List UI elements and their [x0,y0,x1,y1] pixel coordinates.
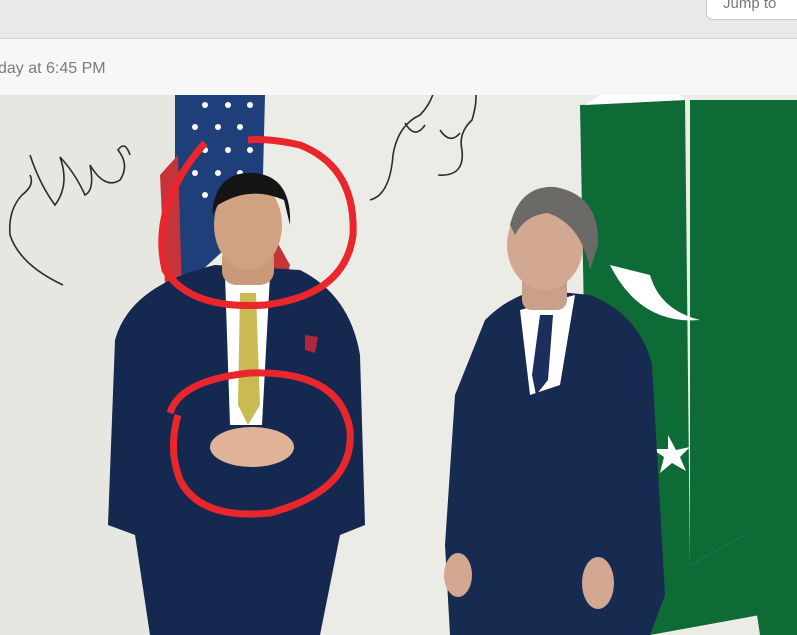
message-meta-row [0,39,797,95]
jump-to-label: Jump to [723,0,777,12]
top-bar: Jump to [0,0,797,39]
jump-to-button[interactable]: Jump to [706,0,797,20]
message-timestamp: day at 6:45 PM [0,60,106,77]
message-photo[interactable] [0,95,797,635]
